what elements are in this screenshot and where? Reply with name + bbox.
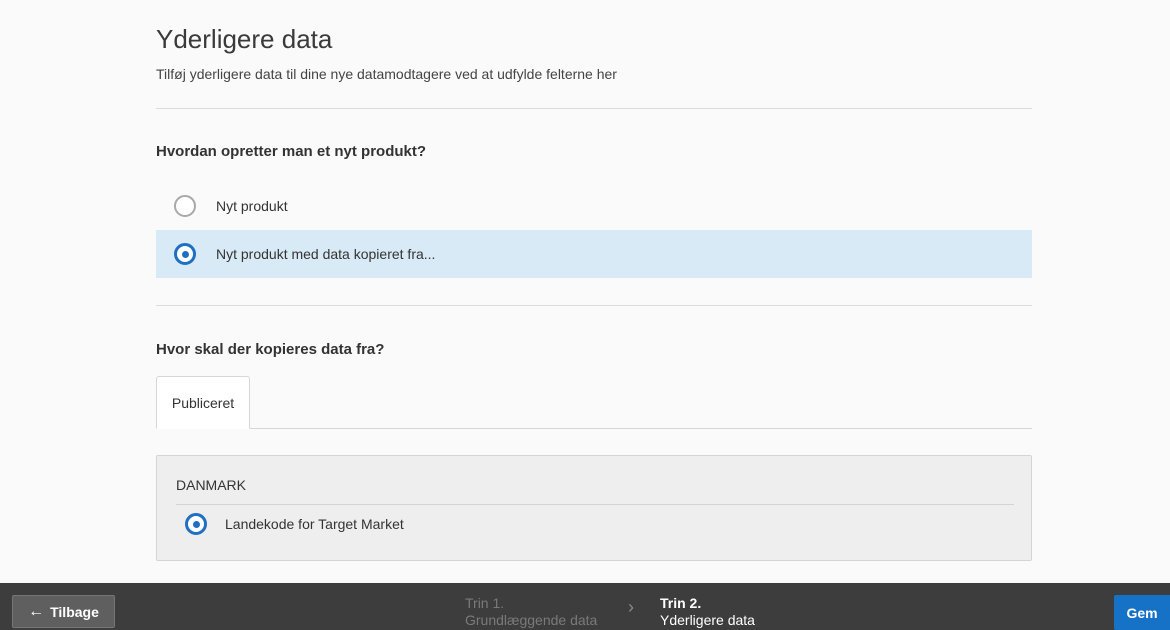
page-title: Yderligere data xyxy=(156,24,333,54)
step-number: Trin 1. xyxy=(465,595,505,611)
radio-option-target-market[interactable]: Landekode for Target Market xyxy=(185,513,404,535)
step-name: Grundlæggende data xyxy=(465,612,598,628)
step-2: Trin 2. Yderligere data xyxy=(660,595,755,629)
tabs-underline xyxy=(156,428,1032,429)
footer-bar: ← Tilbage Trin 1. Grundlæggende data › T… xyxy=(0,583,1170,630)
radio-label: Nyt produkt med data kopieret fra... xyxy=(216,246,436,262)
step-number: Trin 2. xyxy=(660,595,702,611)
radio-option-new-product[interactable]: Nyt produkt xyxy=(156,182,1032,230)
step-1: Trin 1. Grundlæggende data xyxy=(465,595,597,629)
radio-checked-icon[interactable] xyxy=(174,243,196,265)
copy-source-heading: Hvor skal der kopieres data fra? xyxy=(156,341,385,358)
radio-checked-icon[interactable] xyxy=(185,513,207,535)
panel-heading-country: DANMARK xyxy=(176,477,247,493)
radio-label: Nyt produkt xyxy=(216,198,288,214)
divider xyxy=(176,504,1014,505)
source-panel: DANMARK Landekode for Target Market xyxy=(156,455,1032,561)
tab-publiceret[interactable]: Publiceret xyxy=(156,376,250,429)
create-method-heading: Hvordan opretter man et nyt produkt? xyxy=(156,143,427,160)
page-subtitle: Tilføj yderligere data til dine nye data… xyxy=(156,66,617,82)
radio-label: Landekode for Target Market xyxy=(225,516,404,532)
divider xyxy=(156,305,1032,306)
back-button[interactable]: ← Tilbage xyxy=(12,595,115,628)
back-button-label: Tilbage xyxy=(50,603,99,620)
chevron-right-icon: › xyxy=(628,597,634,617)
source-tabs: Publiceret xyxy=(156,376,1032,429)
save-button[interactable]: Gem xyxy=(1114,595,1170,630)
radio-unchecked-icon[interactable] xyxy=(174,195,196,217)
divider xyxy=(156,108,1032,109)
arrow-left-icon: ← xyxy=(28,602,45,620)
step-name: Yderligere data xyxy=(660,612,755,628)
radio-option-copy-product[interactable]: Nyt produkt med data kopieret fra... xyxy=(156,230,1032,278)
